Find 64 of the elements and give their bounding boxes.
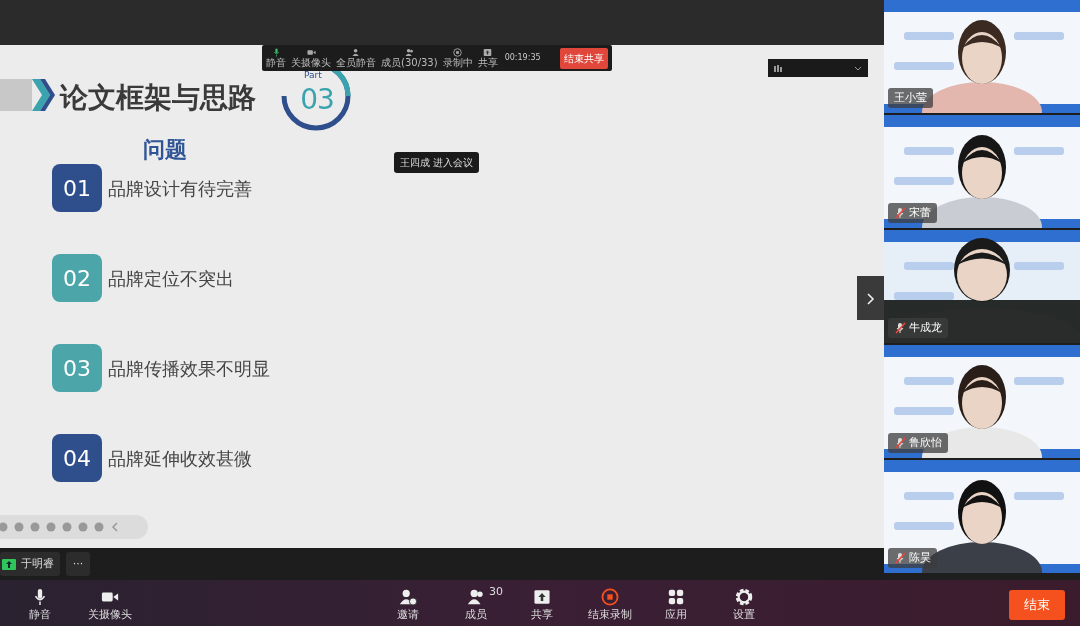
toolbar-label: 成员	[465, 609, 487, 620]
item-text: 品牌延伸收效甚微	[108, 446, 252, 471]
slide-subtitle: 问题	[143, 136, 187, 164]
sharer-name: 于明睿	[21, 555, 54, 572]
toolbar-label: 应用	[665, 609, 687, 620]
number-badge: 01	[52, 164, 102, 212]
toolbar-button[interactable]: 关摄像头	[88, 588, 132, 620]
call-timer: 00:19:35	[504, 52, 541, 64]
toolbar-button[interactable]: 录制中	[442, 48, 473, 68]
part-label: Part	[304, 71, 322, 80]
toolbar-button[interactable]: 关摄像头	[291, 48, 331, 68]
number-badge: 04	[52, 434, 102, 482]
settings-icon	[735, 588, 753, 606]
participant-name: 鲁欣怡	[909, 434, 942, 451]
share-screen-icon	[533, 588, 551, 606]
camera-icon	[306, 48, 316, 57]
stop-record-icon	[453, 48, 463, 57]
person-plus-icon	[399, 588, 417, 606]
item-text: 品牌传播效果不明显	[108, 356, 270, 381]
join-notification: 王四成 进入会议	[394, 152, 480, 173]
toolbar-button[interactable]: 设置	[733, 588, 755, 620]
toolbar-button[interactable]: 全员静音	[336, 48, 376, 68]
microphone-icon	[271, 48, 281, 57]
person-icon	[351, 48, 361, 57]
toolbar-label: 静音	[29, 609, 51, 620]
toolbar-label: 关摄像头	[88, 609, 132, 620]
toolbar-button[interactable]: 共享	[531, 588, 553, 620]
toolbar-label: 共享	[531, 609, 553, 620]
chevron-drawing	[0, 79, 55, 111]
share-screen-icon	[2, 558, 16, 570]
part-number: 03	[299, 82, 335, 118]
number-badge: 03	[52, 344, 102, 392]
people-icon	[404, 48, 414, 57]
stop-record-icon	[601, 588, 619, 606]
participant-name: 陈昊	[909, 549, 931, 566]
stop-share-button[interactable]: 结束共享	[560, 47, 608, 69]
more-button[interactable]: ···	[66, 552, 90, 576]
toolbar-button[interactable]: 静音	[266, 48, 286, 68]
slide-title: 论文框架与思路	[60, 80, 256, 116]
share-screen-icon	[483, 48, 493, 57]
toolbar-button[interactable]: 成员(30/33)	[381, 48, 438, 68]
toolbar-button[interactable]: 应用	[665, 588, 687, 620]
participant-name: 宋蕾	[909, 204, 931, 221]
item-text: 品牌定位不突出	[108, 266, 234, 291]
toolbar-button[interactable]: 邀请	[397, 588, 419, 620]
bars-icon[interactable]	[774, 64, 782, 72]
people-icon	[467, 588, 485, 606]
toolbar-label: 邀请	[397, 609, 419, 620]
number-badge: 02	[52, 254, 102, 302]
grid-icon	[667, 588, 685, 606]
chevron-left-icon[interactable]	[110, 522, 120, 532]
participant-name: 王小莹	[894, 89, 927, 106]
member-count: 30	[489, 586, 503, 597]
chevron-right-icon	[866, 292, 875, 305]
toolbar-label: 结束录制	[588, 609, 632, 620]
participant-name: 牛成龙	[909, 319, 942, 336]
toolbar-label: 设置	[733, 609, 755, 620]
toolbar-button[interactable]: 结束录制	[588, 588, 632, 620]
chevron-down-icon[interactable]	[854, 65, 862, 71]
next-arrow-button[interactable]	[857, 276, 884, 320]
toolbar-button[interactable]: 共享	[477, 48, 498, 68]
item-text: 品牌设计有待完善	[108, 176, 252, 201]
toolbar-button[interactable]: 静音	[29, 588, 51, 620]
circle-icon[interactable]	[14, 522, 24, 532]
